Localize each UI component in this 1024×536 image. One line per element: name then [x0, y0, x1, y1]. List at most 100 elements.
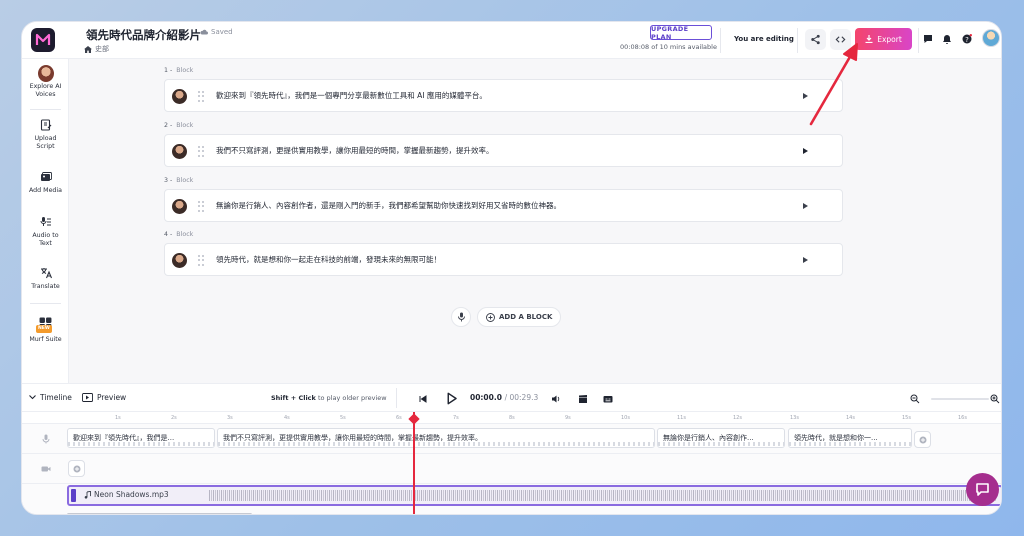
- block-text[interactable]: 歡迎來到『領先時代』，我們是一個專門分享最新數位工具和 AI 應用的媒體平台。: [216, 90, 487, 101]
- code-icon: [835, 36, 846, 43]
- divider: [30, 303, 61, 304]
- video-settings-button[interactable]: [577, 393, 589, 405]
- block-text[interactable]: 領先時代，就是想和你一起走在科技的前端，發現未來的無限可能！: [216, 254, 441, 265]
- sidebar-item-label: Explore AI Voices: [29, 83, 62, 98]
- block-text[interactable]: 我們不只寫評測，更提供實用教學，讓你用最短的時間，掌握最新趨勢，提升效率。: [216, 145, 494, 156]
- preview-label: Preview: [97, 393, 127, 402]
- voice-input-button[interactable]: [451, 307, 471, 327]
- microphone-icon: [457, 312, 465, 322]
- plus-icon: [73, 465, 80, 472]
- horizontal-scrollbar[interactable]: [67, 513, 252, 514]
- audio-waveform: [209, 490, 997, 501]
- divider: [30, 109, 61, 110]
- drag-handle-icon[interactable]: [198, 146, 205, 157]
- voice-segment[interactable]: 我們不只寫評測，更提供實用教學，讓你用最短的時間，掌握最新趨勢，提升效率。: [217, 428, 655, 448]
- timeline-label: Timeline: [40, 393, 72, 402]
- sidebar-item-label: Translate: [31, 283, 60, 290]
- quota-text: 00:08:08 of 10 mins available: [620, 43, 717, 51]
- add-voice-segment-button[interactable]: [914, 431, 931, 448]
- plus-circle-icon: [486, 312, 495, 322]
- drag-handle-icon[interactable]: [198, 91, 205, 102]
- subtitles-button[interactable]: [602, 393, 614, 405]
- breadcrumb[interactable]: 史部: [84, 44, 109, 54]
- media-icon: [38, 169, 54, 185]
- divider: [396, 388, 397, 408]
- help-icon: ?: [962, 34, 972, 44]
- notifications-button[interactable]: [940, 32, 954, 46]
- block-header: 4 - Block: [164, 231, 194, 238]
- script-block[interactable]: 領先時代，就是想和你一起走在科技的前端，發現未來的無限可能！: [164, 243, 843, 276]
- bell-icon: [943, 35, 951, 44]
- zoom-in-icon: [990, 394, 1000, 404]
- help-button[interactable]: ?: [960, 32, 974, 46]
- block-text[interactable]: 無論你是行銷人、內容創作者，還是剛入門的新手，我們都希望幫助你快速找到好用又省時…: [216, 200, 561, 211]
- voice-avatar[interactable]: [172, 89, 187, 104]
- tick-label: 11s: [677, 415, 686, 421]
- volume-icon: [552, 395, 560, 403]
- upgrade-plan-button[interactable]: UPGRADE PLAN: [650, 25, 712, 41]
- voice-avatar[interactable]: [172, 199, 187, 214]
- music-track-clip[interactable]: Neon Shadows.mp3: [67, 485, 1001, 506]
- murf-logo[interactable]: [31, 28, 55, 52]
- script-block[interactable]: 無論你是行銷人、內容創作者，還是剛入門的新手，我們都希望幫助你快速找到好用又省時…: [164, 189, 843, 222]
- app-window: 領先時代品牌介紹影片 Saved 史部 UPGRADE PLAN 00:08:0…: [21, 21, 1002, 515]
- sidebar-item-murf-suite[interactable]: NEW Murf Suite: [22, 315, 69, 344]
- play-icon[interactable]: [800, 146, 810, 156]
- zoom-slider[interactable]: [931, 398, 989, 400]
- zoom-out-button[interactable]: [909, 393, 921, 405]
- drag-handle-icon[interactable]: [198, 255, 205, 266]
- zoom-in-button[interactable]: [989, 393, 1001, 405]
- top-bar: 領先時代品牌介紹影片 Saved 史部 UPGRADE PLAN 00:08:0…: [22, 22, 1001, 59]
- grid-icon: NEW: [36, 315, 54, 333]
- sidebar-item-translate[interactable]: Translate: [22, 265, 69, 291]
- tick-label: 12s: [733, 415, 742, 421]
- divider: [720, 28, 721, 53]
- play-icon[interactable]: [800, 201, 810, 211]
- script-block[interactable]: 我們不只寫評測，更提供實用教學，讓你用最短的時間，掌握最新趨勢，提升效率。: [164, 134, 843, 167]
- sidebar: Explore AI Voices Upload Script Add Medi…: [22, 59, 69, 383]
- add-block-button[interactable]: ADD A BLOCK: [477, 307, 562, 327]
- playhead[interactable]: [413, 412, 415, 514]
- sidebar-item-audio-to-text[interactable]: Audio to Text: [22, 214, 69, 248]
- share-button[interactable]: [805, 29, 826, 50]
- play-icon[interactable]: [800, 91, 810, 101]
- sidebar-item-add-media[interactable]: Add Media: [22, 169, 69, 195]
- playback-hint: Shift + Click to play older preview: [271, 394, 387, 402]
- volume-button[interactable]: [550, 393, 562, 405]
- video-camera-icon: [40, 463, 52, 475]
- comments-button[interactable]: [921, 32, 935, 46]
- export-label: Export: [877, 34, 902, 44]
- play-icon[interactable]: [800, 255, 810, 265]
- play-button[interactable]: [443, 390, 459, 406]
- script-block[interactable]: 歡迎來到『領先時代』，我們是一個專門分享最新數位工具和 AI 應用的媒體平台。: [164, 79, 843, 112]
- tick-label: 16s: [958, 415, 967, 421]
- export-button[interactable]: Export: [855, 28, 912, 50]
- sidebar-item-upload-script[interactable]: Upload Script: [22, 117, 69, 151]
- timeline-ruler[interactable]: 1s 2s 3s 4s 5s 6s 7s 8s 9s 10s 11s 12s 1…: [22, 412, 1001, 424]
- timeline-toggle[interactable]: Timeline: [29, 393, 72, 402]
- trim-handle[interactable]: [71, 489, 76, 502]
- chat-support-button[interactable]: [966, 473, 999, 506]
- voice-segment[interactable]: 領先時代，就是想和你一...: [788, 428, 912, 448]
- divider: [918, 28, 919, 53]
- user-avatar[interactable]: [982, 29, 1000, 47]
- embed-code-button[interactable]: [830, 29, 851, 50]
- drag-handle-icon[interactable]: [198, 201, 205, 212]
- sidebar-item-explore-ai-voices[interactable]: Explore AI Voices: [22, 64, 69, 99]
- skip-to-start-button[interactable]: [417, 393, 429, 405]
- timeline-tracks: 歡迎來到『領先時代』，我們是... 我們不只寫評測，更提供實用教學，讓你用最短的…: [22, 424, 1001, 514]
- script-editor: 1 - Block 歡迎來到『領先時代』，我們是一個專門分享最新數位工具和 AI …: [69, 59, 1001, 383]
- preview-button[interactable]: Preview: [82, 393, 126, 402]
- add-video-button[interactable]: [68, 460, 85, 477]
- voice-avatar[interactable]: [172, 253, 187, 268]
- chevron-down-icon: [29, 395, 36, 400]
- chat-icon: [976, 483, 989, 496]
- voice-avatar[interactable]: [172, 144, 187, 159]
- sidebar-item-label: Audio to Text: [32, 232, 59, 247]
- project-title[interactable]: 領先時代品牌介紹影片: [86, 27, 201, 43]
- tick-label: 13s: [790, 415, 799, 421]
- tick-label: 3s: [227, 415, 233, 421]
- voice-segment[interactable]: 歡迎來到『領先時代』，我們是...: [67, 428, 215, 448]
- tick-label: 5s: [340, 415, 346, 421]
- voice-segment[interactable]: 無論你是行銷人、內容創作...: [657, 428, 785, 448]
